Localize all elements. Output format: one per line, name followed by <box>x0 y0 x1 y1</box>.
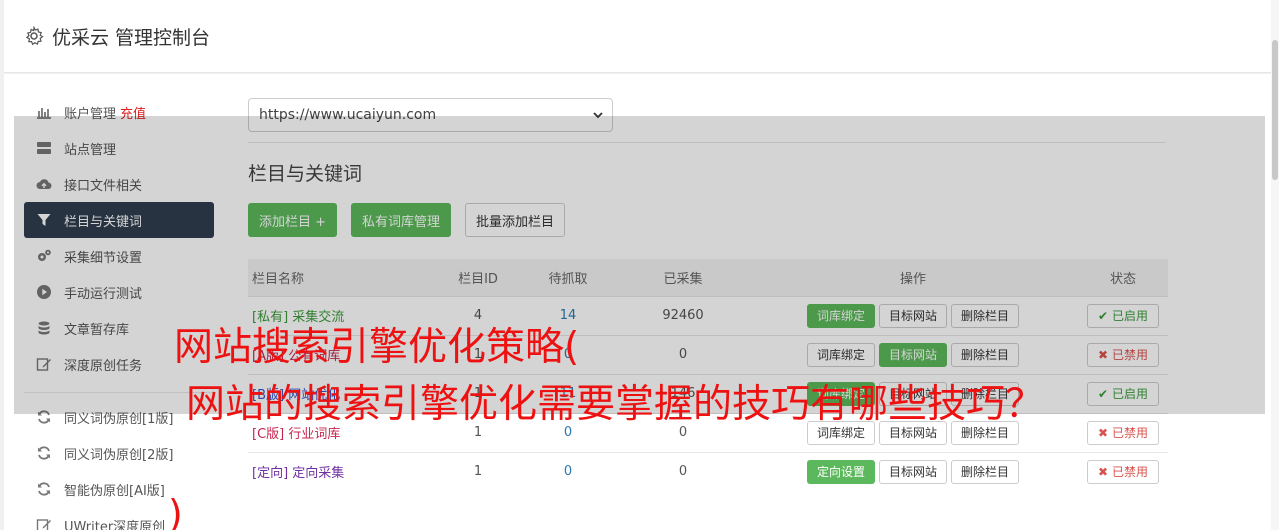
sidebar-item-label: 同义词伪原创[2版] <box>64 447 174 463</box>
delete-column-button[interactable]: 删除栏目 <box>951 459 1020 484</box>
sidebar-item-label: UWriter深度原创 <box>64 519 166 530</box>
close-icon: ✖ <box>1098 425 1109 440</box>
sidebar-item-uwriter[interactable]: UWriter深度原创 <box>24 507 214 530</box>
pending-count[interactable]: 0 <box>518 451 618 491</box>
close-icon: ✖ <box>1098 464 1109 479</box>
scrollbar-thumb[interactable] <box>1272 40 1278 180</box>
target-site-button[interactable]: 目标网站 <box>878 459 947 484</box>
edit-icon <box>36 519 51 530</box>
app-header: 优采云 管理控制台 <box>4 0 1271 73</box>
status-toggle[interactable]: ✖ 已禁用 <box>1087 459 1159 484</box>
sidebar-item-synonym-v2[interactable]: 同义词伪原创[2版] <box>24 435 214 471</box>
watermark-line-2: 网站的搜索引擎优化需要掌握的技巧有哪些技巧？ <box>186 382 1045 427</box>
watermark-line-1: 网站搜索引擎优化策略( <box>174 325 580 370</box>
status-toggle[interactable]: ✖ 已禁用 <box>1087 420 1159 445</box>
column-name[interactable]: 定向采集 <box>292 466 344 481</box>
column-tag: [定向] <box>252 466 289 482</box>
directed-settings-button[interactable]: 定向设置 <box>806 459 875 484</box>
column-id: 1 <box>438 451 518 491</box>
status-label: 已禁用 <box>1111 465 1148 480</box>
sidebar-item-label: 智能伪原创[AI版] <box>64 483 165 499</box>
collected-count: 0 <box>618 451 748 491</box>
status-label: 已禁用 <box>1111 426 1148 440</box>
column-tag: [C版] <box>252 427 285 442</box>
column-name-cell[interactable]: [定向] 定向采集 <box>248 451 438 491</box>
watermark-paren: ) <box>168 492 183 530</box>
page-scrollbar[interactable] <box>1271 0 1279 530</box>
row-actions: 定向设置 目标网站 删除栏目 <box>748 459 1078 484</box>
table-row: [定向] 定向采集 1 0 0 定向设置 目标网站 删除栏目 ✖ 已禁用 <box>248 451 1168 491</box>
refresh-icon <box>38 482 50 496</box>
sidebar-item-ai-original[interactable]: 智能伪原创[AI版] <box>24 471 214 507</box>
column-name[interactable]: 行业词库 <box>288 427 340 442</box>
app-title: 优采云 管理控制台 <box>52 26 211 49</box>
gear-icon <box>25 26 44 46</box>
refresh-icon <box>38 446 50 460</box>
